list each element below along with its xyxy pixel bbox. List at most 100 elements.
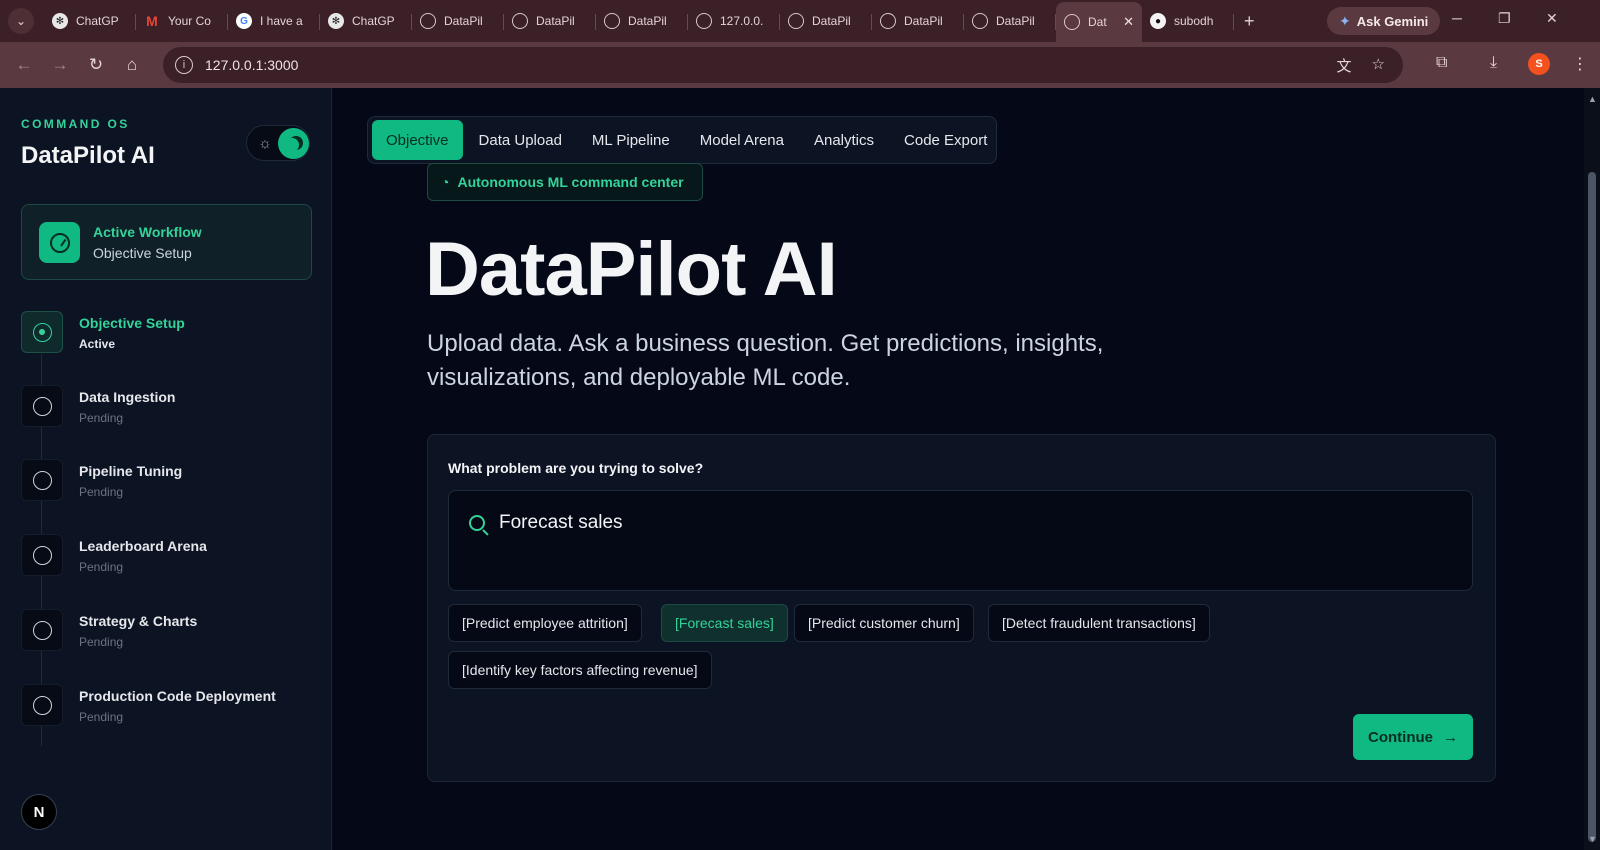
continue-label: Continue [1368, 728, 1433, 746]
scroll-down-icon[interactable]: ▼ [1588, 834, 1597, 844]
browser-menu-icon[interactable]: ⋮ [1572, 54, 1588, 74]
chatgpt-icon: ✻ [328, 13, 344, 29]
tab-analytics[interactable]: Analytics [800, 120, 888, 160]
objective-input[interactable] [499, 509, 1399, 537]
browser-tab-active[interactable]: Dat ✕ [1056, 2, 1142, 42]
suggestion-chip[interactable]: [Identify key factors affecting revenue] [448, 651, 712, 689]
step-leaderboard-arena[interactable]: Leaderboard Arena Pending [21, 534, 321, 578]
tab-model-arena[interactable]: Model Arena [686, 120, 798, 160]
close-tab-icon[interactable]: ✕ [1123, 14, 1134, 30]
forward-arrow-icon[interactable]: → [42, 55, 78, 75]
site-info-icon[interactable]: i [175, 56, 193, 74]
command-center-chip: ◔ Autonomous ML command center [427, 163, 703, 201]
step-data-ingestion[interactable]: Data Ingestion Pending [21, 385, 321, 429]
active-workflow-card: Active Workflow Objective Setup [21, 204, 312, 280]
step-status: Active [79, 337, 116, 351]
close-window-icon[interactable]: ✕ [1546, 10, 1558, 27]
browser-tab[interactable]: DataPil [504, 4, 596, 38]
browser-tab[interactable]: DataPil [780, 4, 872, 38]
ask-gemini-button[interactable]: ✦ Ask Gemini [1327, 7, 1441, 35]
page-scrollbar[interactable]: ▲ ▼ [1584, 88, 1600, 850]
step-pending-icon [21, 534, 63, 576]
browser-tab-bar: ⌄ ✻ ChatGP M Your Co G I have a ✻ ChatGP… [0, 0, 1600, 42]
browser-tab[interactable]: ✻ ChatGP [320, 4, 412, 38]
step-title: Production Code Deployment [79, 688, 276, 704]
step-active-icon [21, 311, 63, 353]
tab-search-button[interactable]: ⌄ [8, 8, 34, 34]
globe-icon [1064, 14, 1080, 30]
address-bar[interactable]: i 127.0.0.1:3000 文 ☆ [163, 47, 1403, 83]
tab-title: 127.0.0. [720, 14, 764, 28]
home-icon[interactable]: ⌂ [114, 55, 150, 75]
continue-button[interactable]: Continue → [1353, 714, 1473, 760]
suggestion-chip[interactable]: [Predict employee attrition] [448, 604, 642, 642]
tab-ml-pipeline[interactable]: ML Pipeline [578, 120, 684, 160]
step-objective-setup[interactable]: Objective Setup Active [21, 311, 321, 355]
gauge-icon: ◔ [441, 174, 450, 190]
tab-data-upload[interactable]: Data Upload [465, 120, 576, 160]
step-production-code-deployment[interactable]: Production Code Deployment Pending [21, 684, 321, 728]
tab-code-export[interactable]: Code Export [890, 120, 1001, 160]
main-tabs: Objective Data Upload ML Pipeline Model … [367, 116, 997, 164]
scroll-up-icon[interactable]: ▲ [1588, 94, 1597, 104]
browser-tab[interactable]: DataPil [872, 4, 964, 38]
browser-tab[interactable]: ✻ ChatGP [44, 4, 136, 38]
browser-toolbar: ← → ↻ ⌂ i 127.0.0.1:3000 文 ☆ ⧉ ⤓ S ⋮ [0, 42, 1600, 88]
scroll-thumb[interactable] [1588, 172, 1596, 842]
moon-icon[interactable] [278, 128, 309, 159]
browser-tab[interactable]: ● subodh [1142, 4, 1234, 38]
step-pipeline-tuning[interactable]: Pipeline Tuning Pending [21, 459, 321, 503]
browser-tab[interactable]: 127.0.0. [688, 4, 780, 38]
google-icon: G [236, 13, 252, 29]
brand-kicker: COMMAND OS [21, 117, 130, 131]
url-text: 127.0.0.1:3000 [205, 57, 299, 73]
reload-icon[interactable]: ↻ [78, 55, 114, 75]
objective-query-box[interactable] [448, 490, 1473, 591]
nextjs-badge[interactable]: N [21, 794, 57, 830]
browser-tab[interactable]: G I have a [228, 4, 320, 38]
translate-icon[interactable]: 文 [1337, 55, 1352, 76]
step-strategy-charts[interactable]: Strategy & Charts Pending [21, 609, 321, 653]
step-pending-icon [21, 459, 63, 501]
tab-title: DataPil [904, 14, 943, 28]
browser-tab[interactable]: M Your Co [136, 4, 228, 38]
theme-toggle[interactable]: ☼ [246, 125, 310, 161]
browser-tab[interactable]: DataPil [964, 4, 1056, 38]
page-subtitle: Upload data. Ask a business question. Ge… [427, 330, 1104, 391]
tab-title: DataPil [812, 14, 851, 28]
browser-tab[interactable]: DataPil [596, 4, 688, 38]
tab-title: DataPil [628, 14, 667, 28]
tab-title: ChatGP [352, 14, 395, 28]
browser-tab[interactable]: DataPil [412, 4, 504, 38]
chip-label: Autonomous ML command center [457, 174, 684, 190]
gemini-icon: ✦ [1339, 12, 1351, 29]
suggestion-chip-selected[interactable]: [Forecast sales] [661, 604, 788, 642]
workflow-title: Active Workflow [93, 224, 202, 240]
sidebar: COMMAND OS DataPilot AI ☼ Active Workflo… [0, 88, 332, 850]
sun-icon[interactable]: ☼ [256, 135, 274, 153]
globe-icon [696, 13, 712, 29]
step-title: Strategy & Charts [79, 613, 198, 629]
download-icon[interactable]: ⤓ [1490, 54, 1497, 72]
globe-icon [512, 13, 528, 29]
globe-icon [972, 13, 988, 29]
suggestion-chip[interactable]: [Detect fraudulent transactions] [988, 604, 1210, 642]
suggestion-chip[interactable]: [Predict customer churn] [794, 604, 974, 642]
globe-icon [788, 13, 804, 29]
objective-panel: What problem are you trying to solve? [P… [427, 434, 1496, 782]
bookmark-star-icon[interactable]: ☆ [1372, 55, 1385, 76]
back-arrow-icon[interactable]: ← [6, 55, 42, 75]
step-title: Objective Setup [79, 315, 185, 331]
tab-objective[interactable]: Objective [372, 120, 463, 160]
step-pending-icon [21, 684, 63, 726]
extensions-icon[interactable]: ⧉ [1436, 54, 1447, 72]
tab-title: Dat [1088, 15, 1107, 29]
step-pending-icon [21, 609, 63, 651]
restore-icon[interactable]: ❐ [1498, 10, 1511, 27]
profile-avatar[interactable]: S [1528, 53, 1550, 75]
workflow-subtitle: Objective Setup [93, 245, 192, 261]
minimize-icon[interactable]: ─ [1452, 10, 1462, 26]
globe-icon [420, 13, 436, 29]
globe-icon [880, 13, 896, 29]
new-tab-icon[interactable]: + [1244, 11, 1255, 32]
